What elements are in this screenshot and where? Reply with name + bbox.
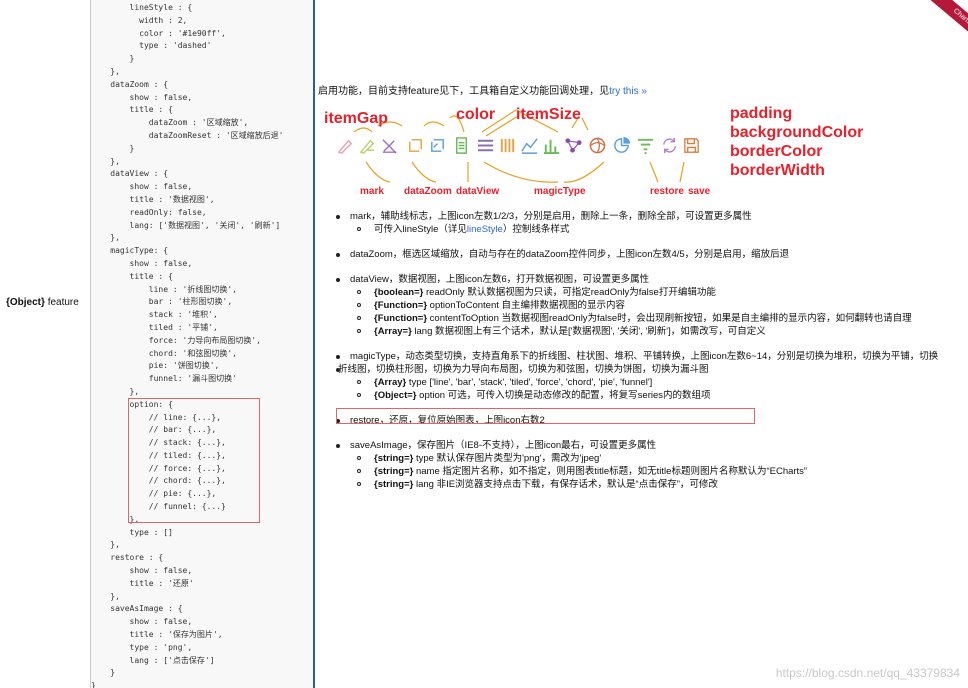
sub-dataview-contenttooption: {Function=} contentToOption 当数据视图readOnl… <box>320 312 966 325</box>
force-icon <box>565 138 582 153</box>
line-icon <box>477 139 494 152</box>
label-itemgap: itemGap <box>324 110 389 127</box>
bullet-datazoom: dataZoom，框选区域缩放，自动与存在的dataZoom控件同步，上图ico… <box>320 248 966 261</box>
sub-save-lang: {string=} lang 非IE浏览器支持点击下载，有保存话术，默认是“点击… <box>320 478 966 491</box>
label-mark: mark <box>360 186 384 197</box>
label-bordercolor: borderColor <box>730 143 823 160</box>
bullet-saveasimage: saveAsImage，保存图片（IE8-不支持），上图icon最右，可设置更多… <box>320 439 966 452</box>
save-icon <box>684 138 699 153</box>
bullet-magictype: magicType，动态类型切换，支持直角系下的折线图、柱状图、堆积、平铺转换，… <box>320 350 966 363</box>
label-backgroundcolor: backgroundColor <box>730 124 864 141</box>
option-desc-highlight-box <box>336 408 755 424</box>
code-sample: lineStyle : { width : 2, color : '#1e90f… <box>91 3 284 688</box>
label-restore: restore <box>650 186 684 197</box>
label-borderwidth: borderWidth <box>730 162 825 179</box>
sub-dataview-lang: {Array=} lang 数据视图上有三个话术，默认是['数据视图', '关闭… <box>320 325 966 338</box>
corner-ribbon[interactable]: Charts 3 <box>910 0 968 51</box>
label-color: color <box>456 106 496 123</box>
bullet-mark: mark，辅助线标志，上图icon左数1/2/3，分别是启用，删除上一条，删除全… <box>320 210 966 223</box>
sub-magictype-type: {Array} type ['line', 'bar', 'stack', 't… <box>320 376 966 389</box>
label-save: save <box>688 186 711 197</box>
tiled-icon <box>543 139 560 155</box>
intro-text: 启用功能，目前支持feature见下，工具箱自定义功能回调处理，见try thi… <box>318 86 647 97</box>
linestyle-link[interactable]: lineStyle <box>467 224 503 235</box>
sub-dataview-readonly: {boolean=} readOnly 默认数据视图为只读，可指定readOnl… <box>320 286 966 299</box>
label-datazoom: dataZoom <box>404 186 452 197</box>
dataview-icon <box>456 137 467 154</box>
bullet-dataview: dataView，数据视图，上图icon左数6，打开数据视图，可设置更多属性 <box>320 273 966 286</box>
restore-icon <box>663 137 676 154</box>
label-itemsize: itemSize <box>516 106 581 123</box>
property-name-column: {Object} feature <box>0 0 91 688</box>
label-dataview: dataView <box>456 186 500 197</box>
property-label: {Object} feature <box>6 297 79 308</box>
bullet-magictype-cont: 折线图，切换柱形图，切换为力导向布局图，切换为和弦图，切换为饼图，切换为漏斗图 <box>320 363 966 376</box>
sub-dataview-optiontocontent: {Function=} optionToContent 自主编排数据视图的显示内… <box>320 299 966 312</box>
pie-icon <box>614 136 631 153</box>
option-highlight-box <box>128 398 260 523</box>
mark-clear-icon <box>382 139 397 154</box>
sub-save-type: {string=} type 默认保存图片类型为'png'，需改为'jpeg' <box>320 452 966 465</box>
sub-mark-linestyle: 可传入lineStyle（详见lineStyle）控制线条样式 <box>320 223 966 236</box>
code-column: lineStyle : { width : 2, color : '#1e90f… <box>91 0 315 688</box>
label-padding: padding <box>730 105 793 122</box>
mark-undo-icon <box>359 139 375 154</box>
description-column: 启用功能，目前支持feature见下，工具箱自定义功能回调处理，见try thi… <box>316 0 968 688</box>
label-magictype: magicType <box>534 186 586 197</box>
toolbox-figure: itemGap color itemSize padding backgroun… <box>320 96 880 204</box>
sub-magictype-option: {Object=} option 可选，可传入切换是动态修改的配置，将复写ser… <box>320 389 966 402</box>
sub-save-name: {string=} name 指定图片名称，如不指定，则用图表title标题，如… <box>320 465 966 478</box>
bar-icon <box>500 138 515 153</box>
mark-icon <box>337 139 353 154</box>
funnel-icon <box>637 138 654 155</box>
chord-icon <box>589 137 606 154</box>
datazoom-reset-icon <box>431 139 444 152</box>
stack-icon <box>521 138 538 154</box>
datazoom-icon <box>409 139 422 152</box>
watermark: https://blog.csdn.net/qq_43379834 <box>775 666 960 680</box>
feature-bullets: mark，辅助线标志，上图icon左数1/2/3，分别是启用，删除上一条，删除全… <box>320 210 966 491</box>
